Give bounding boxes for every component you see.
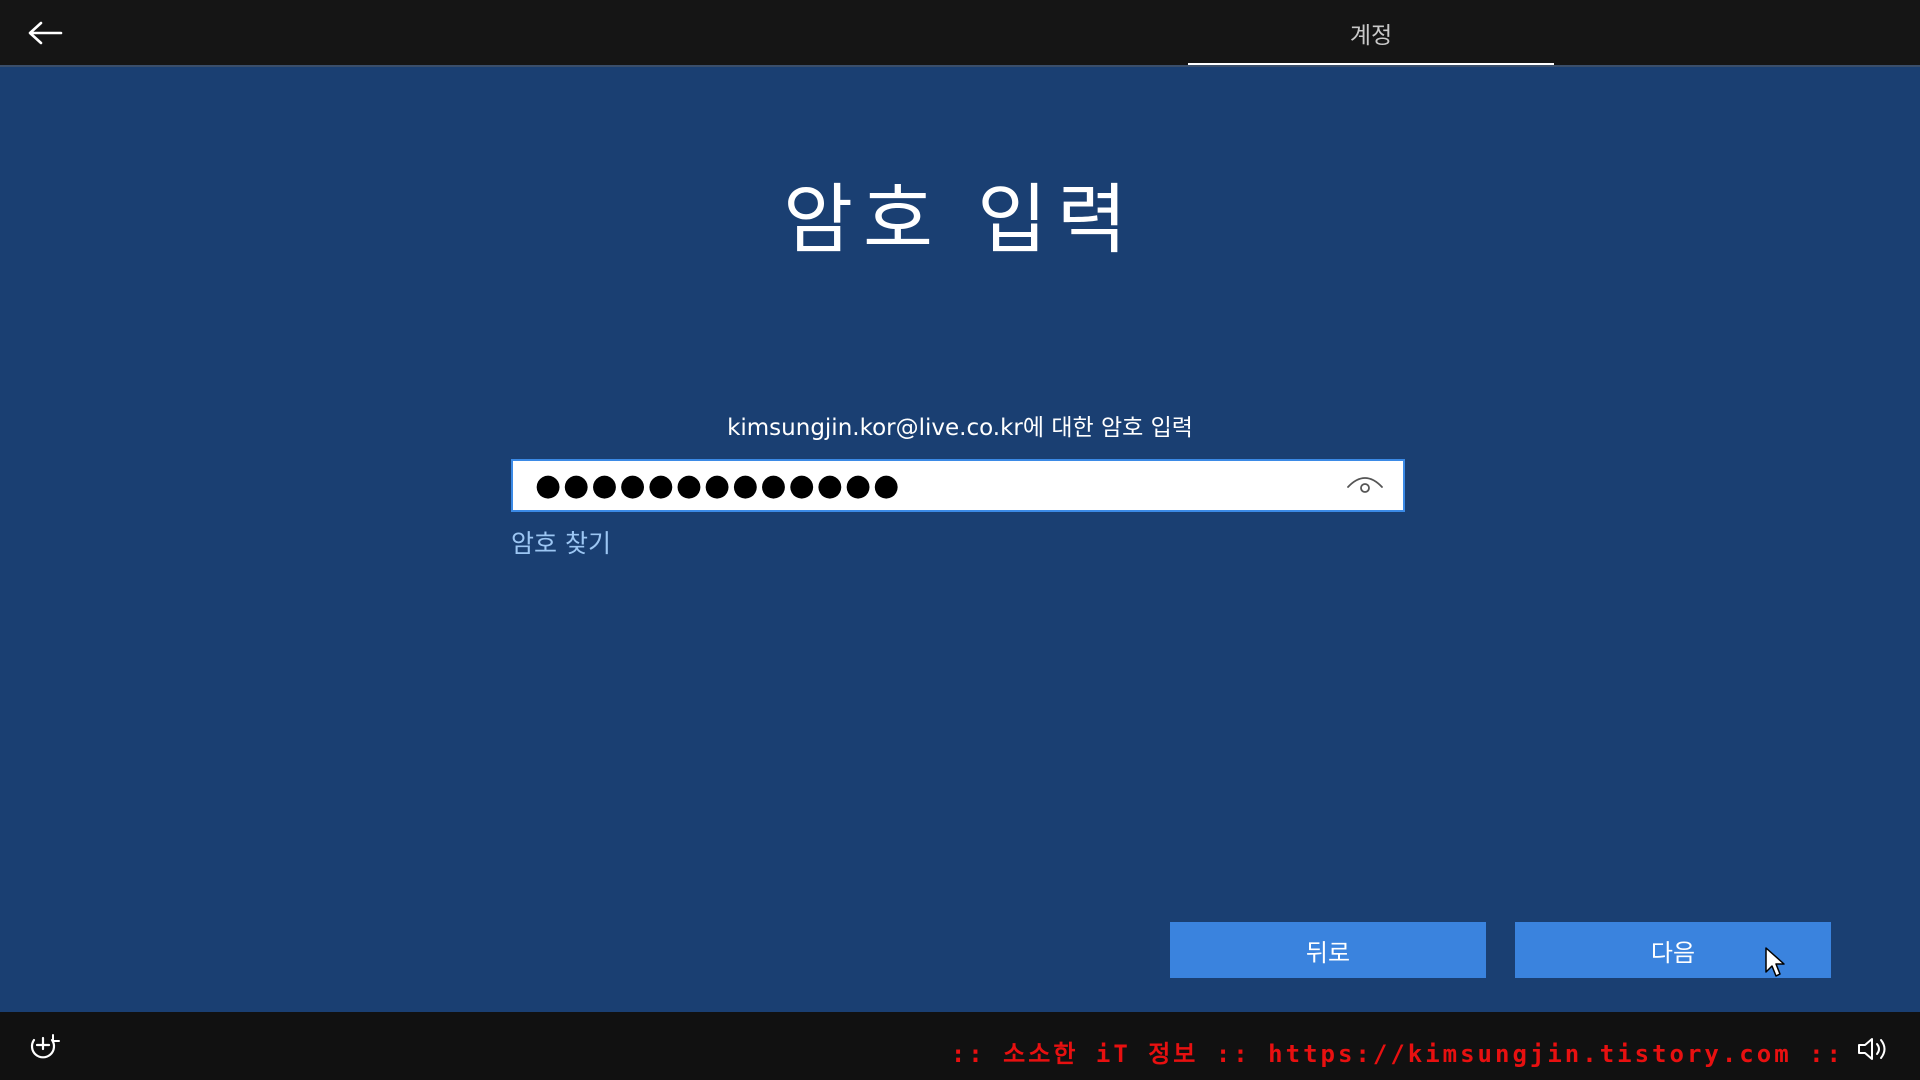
password-prompt: kimsungjin.kor@live.co.kr에 대한 암호 입력	[727, 415, 1193, 441]
eye-icon[interactable]	[1345, 471, 1385, 499]
password-input[interactable]: ●●●●●●●●●●●●●	[511, 459, 1405, 512]
tab-account[interactable]: 계정	[1188, 0, 1554, 65]
top-bar-divider	[0, 65, 1920, 67]
mouse-cursor-icon	[1765, 947, 1785, 977]
watermark-text: :: 소소한 iT 정보 :: https://kimsungjin.tisto…	[950, 1040, 1844, 1068]
forgot-password-link[interactable]: 암호 찾기	[511, 524, 611, 560]
back-arrow-button[interactable]	[22, 14, 68, 52]
volume-icon[interactable]	[1856, 1036, 1888, 1062]
back-button[interactable]: 뒤로	[1170, 922, 1486, 978]
top-bar: 계정	[0, 0, 1920, 67]
arrow-left-icon	[28, 21, 63, 45]
page-title: 암호 입력	[783, 175, 1137, 264]
ease-of-access-icon[interactable]	[26, 1032, 60, 1062]
password-masked-value: ●●●●●●●●●●●●●	[535, 468, 902, 503]
